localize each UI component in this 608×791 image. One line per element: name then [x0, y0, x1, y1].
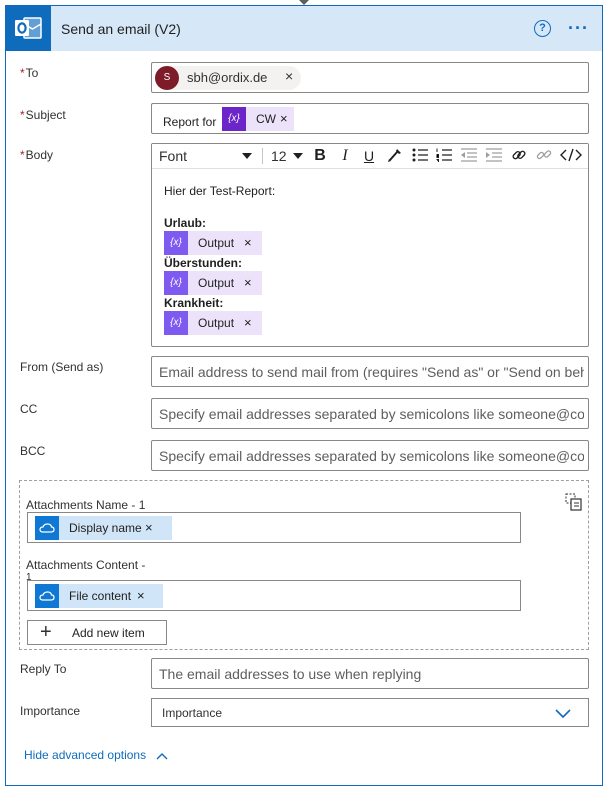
section-heading-krankheit: Krankheit:	[164, 296, 224, 310]
recipient-chip[interactable]: S sbh@ordix.de ×	[155, 66, 301, 90]
remove-token-icon[interactable]: ×	[244, 275, 252, 290]
remove-recipient-icon[interactable]: ×	[285, 68, 293, 84]
output-token[interactable]: {x} Output ×	[164, 271, 262, 295]
cc-label: CC	[20, 402, 38, 416]
chevron-down-icon[interactable]	[554, 707, 572, 722]
remove-token-icon[interactable]: ×	[280, 111, 288, 126]
font-select[interactable]: Font	[159, 148, 187, 164]
output-token[interactable]: {x} Output ×	[164, 231, 262, 255]
underline-icon[interactable]: U	[359, 147, 379, 165]
subject-label: *Subject	[20, 108, 66, 122]
cw-token[interactable]: {x} CW ×	[222, 107, 294, 131]
more-options-icon[interactable]: ···	[568, 18, 589, 39]
attachments-name-field[interactable]: Display name ×	[27, 512, 521, 543]
subject-text: Report for	[163, 115, 217, 129]
add-new-item-label: Add new item	[72, 626, 145, 640]
code-view-icon[interactable]	[559, 147, 583, 165]
expression-icon: {x}	[222, 107, 246, 131]
from-input[interactable]: Email address to send mail from (require…	[151, 356, 589, 387]
reply-to-placeholder: The email addresses to use when replying	[159, 666, 422, 682]
bcc-input[interactable]: Specify email addresses separated by sem…	[151, 440, 589, 471]
size-chevron-down-icon[interactable]	[293, 153, 303, 159]
add-new-item-button[interactable]: + Add new item	[27, 620, 167, 645]
bcc-placeholder: Specify email addresses separated by sem…	[159, 448, 584, 464]
indent-icon[interactable]	[484, 147, 504, 165]
numbered-list-icon[interactable]	[434, 147, 454, 165]
remove-token-icon[interactable]: ×	[244, 315, 252, 330]
token-label: Output	[198, 316, 235, 330]
remove-token-icon[interactable]: ×	[244, 235, 252, 250]
token-label: Display name	[69, 521, 142, 535]
help-icon[interactable]: ?	[534, 20, 551, 37]
reply-to-input[interactable]: The email addresses to use when replying	[151, 658, 589, 689]
token-label: Output	[198, 276, 235, 290]
onedrive-icon	[35, 584, 59, 608]
outlook-icon	[6, 6, 51, 51]
output-token[interactable]: {x} Output ×	[164, 311, 262, 335]
action-card: Send an email (V2) ? ··· *To S sbh@ordix…	[5, 5, 603, 786]
body-label: *Body	[20, 148, 54, 162]
attachments-name-label: Attachments Name - 1	[26, 498, 146, 512]
importance-value: Importance	[162, 706, 223, 720]
section-heading-ueberstunden: Überstunden:	[164, 256, 242, 270]
token-label: Output	[198, 236, 235, 250]
toolbar-divider	[262, 148, 263, 164]
font-chevron-down-icon[interactable]	[242, 153, 252, 159]
attachments-content-label: Attachments Content -	[26, 558, 146, 572]
from-placeholder: Email address to send mail from (require…	[159, 364, 584, 380]
hide-advanced-options-link[interactable]: Hide advanced options	[24, 748, 168, 762]
hide-advanced-label: Hide advanced options	[24, 748, 147, 762]
token-label: CW	[256, 112, 276, 126]
expression-icon: {x}	[164, 311, 188, 335]
link-icon[interactable]	[509, 147, 529, 165]
to-label: *To	[20, 66, 39, 80]
token-label: File content	[69, 589, 132, 603]
to-field[interactable]: S sbh@ordix.de ×	[151, 62, 589, 93]
avatar: S	[155, 66, 179, 90]
swap-icon[interactable]	[565, 493, 583, 514]
subject-field[interactable]: Report for {x} CW ×	[151, 103, 589, 134]
display-name-token[interactable]: Display name ×	[35, 516, 172, 540]
section-heading-urlaub: Urlaub:	[164, 216, 206, 230]
action-title: Send an email (V2)	[61, 21, 181, 37]
attachments-content-field[interactable]: File content ×	[27, 580, 521, 611]
unlink-icon[interactable]	[534, 147, 554, 165]
bold-icon[interactable]: B	[310, 147, 330, 165]
onedrive-icon	[35, 516, 59, 540]
rich-text-toolbar: Font 12 B I U	[152, 144, 588, 169]
from-label: From (Send as)	[20, 360, 104, 374]
italic-icon[interactable]: I	[335, 147, 355, 165]
importance-label: Importance	[20, 704, 81, 718]
attachments-group: Attachments Name - 1 Display name × Atta…	[19, 480, 589, 650]
outdent-icon[interactable]	[459, 147, 479, 165]
body-intro: Hier der Test-Report:	[164, 184, 276, 198]
expression-icon: {x}	[164, 271, 188, 295]
plus-icon: +	[40, 621, 52, 643]
remove-token-icon[interactable]: ×	[145, 520, 153, 535]
importance-dropdown[interactable]: Importance	[151, 698, 589, 727]
paint-icon[interactable]	[385, 147, 405, 165]
font-size-select[interactable]: 12	[271, 148, 287, 164]
reply-to-label: Reply To	[20, 662, 67, 676]
remove-token-icon[interactable]: ×	[137, 588, 145, 603]
bcc-label: BCC	[20, 444, 46, 458]
cc-placeholder: Specify email addresses separated by sem…	[159, 406, 584, 422]
action-header[interactable]: Send an email (V2) ? ···	[6, 6, 602, 51]
recipient-email: sbh@ordix.de	[187, 70, 268, 85]
body-editor[interactable]: Font 12 B I U Hier der Test-Report: Urla…	[151, 143, 589, 347]
expression-icon: {x}	[164, 231, 188, 255]
chevron-up-icon	[156, 753, 168, 760]
cc-input[interactable]: Specify email addresses separated by sem…	[151, 398, 589, 429]
bullet-list-icon[interactable]	[410, 147, 430, 165]
file-content-token[interactable]: File content ×	[35, 584, 163, 608]
